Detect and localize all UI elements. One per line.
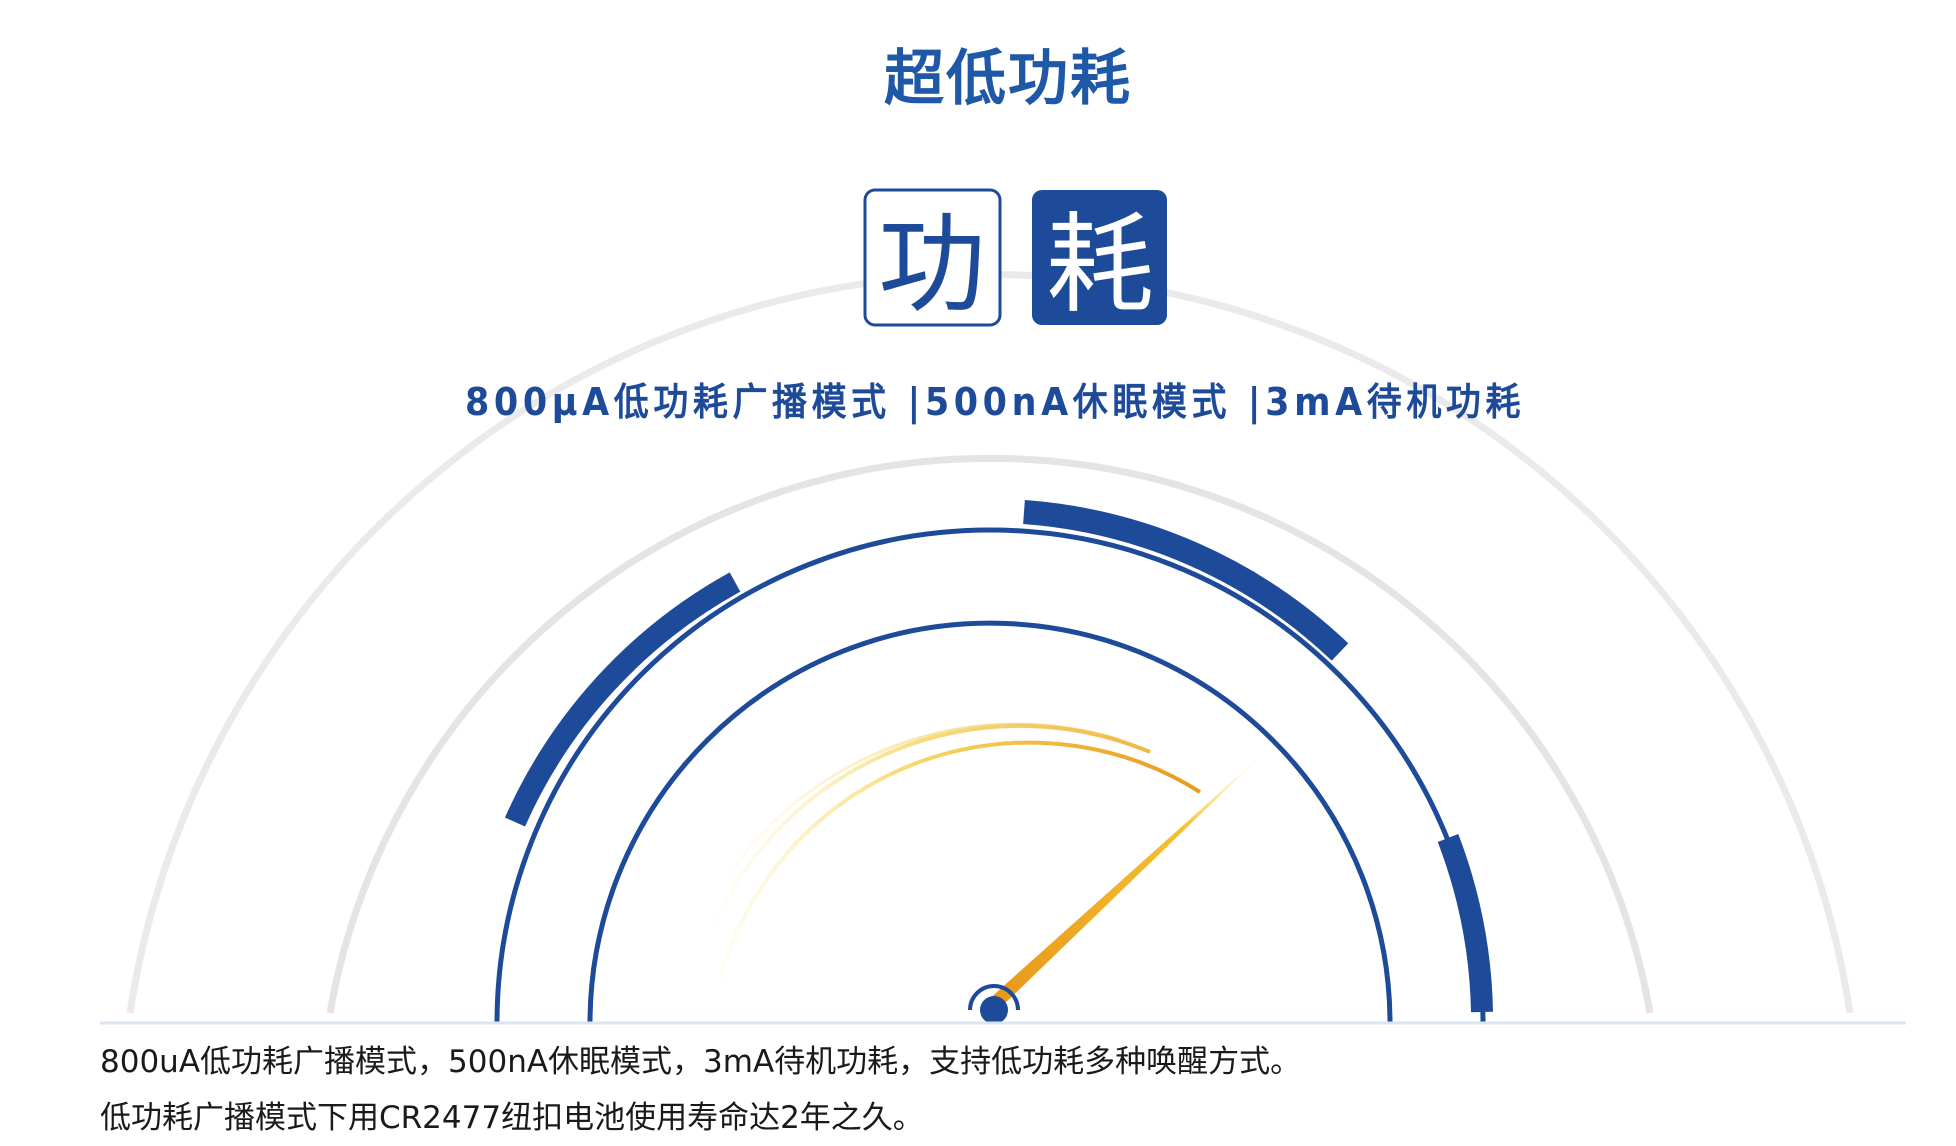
description-line-1: 800uA低功耗广播模式，500nA休眠模式，3mA待机功耗，支持低功耗多种唤醒… — [100, 1044, 1302, 1080]
gauge-ring-outer — [494, 527, 1486, 1024]
power-gauge-illustration: 功 耗 800μA低功耗广播模式 |500nA休眠模式 |3mA待机功耗 — [100, 188, 1906, 1025]
spec-line: 800μA低功耗广播模式 |500nA休眠模式 |3mA待机功耗 — [465, 380, 1525, 425]
badge-filled-char: 耗 — [1046, 203, 1154, 328]
gauge-segment-right — [1437, 834, 1493, 1013]
outer-arc-2 — [326, 454, 1654, 1014]
needle-hub — [980, 996, 1008, 1024]
gauge-needle — [988, 752, 1265, 1010]
glow-arc-1 — [718, 740, 1202, 981]
gauge-ring-inner — [587, 620, 1393, 1024]
description: 800uA低功耗广播模式，500nA休眠模式，3mA待机功耗，支持低功耗多种唤醒… — [100, 1034, 1301, 1146]
description-line-2: 低功耗广播模式下用CR2477纽扣电池使用寿命达2年之久。 — [100, 1100, 924, 1136]
gauge-segment-left — [504, 572, 741, 827]
badge-outline-char: 功 — [878, 203, 986, 328]
